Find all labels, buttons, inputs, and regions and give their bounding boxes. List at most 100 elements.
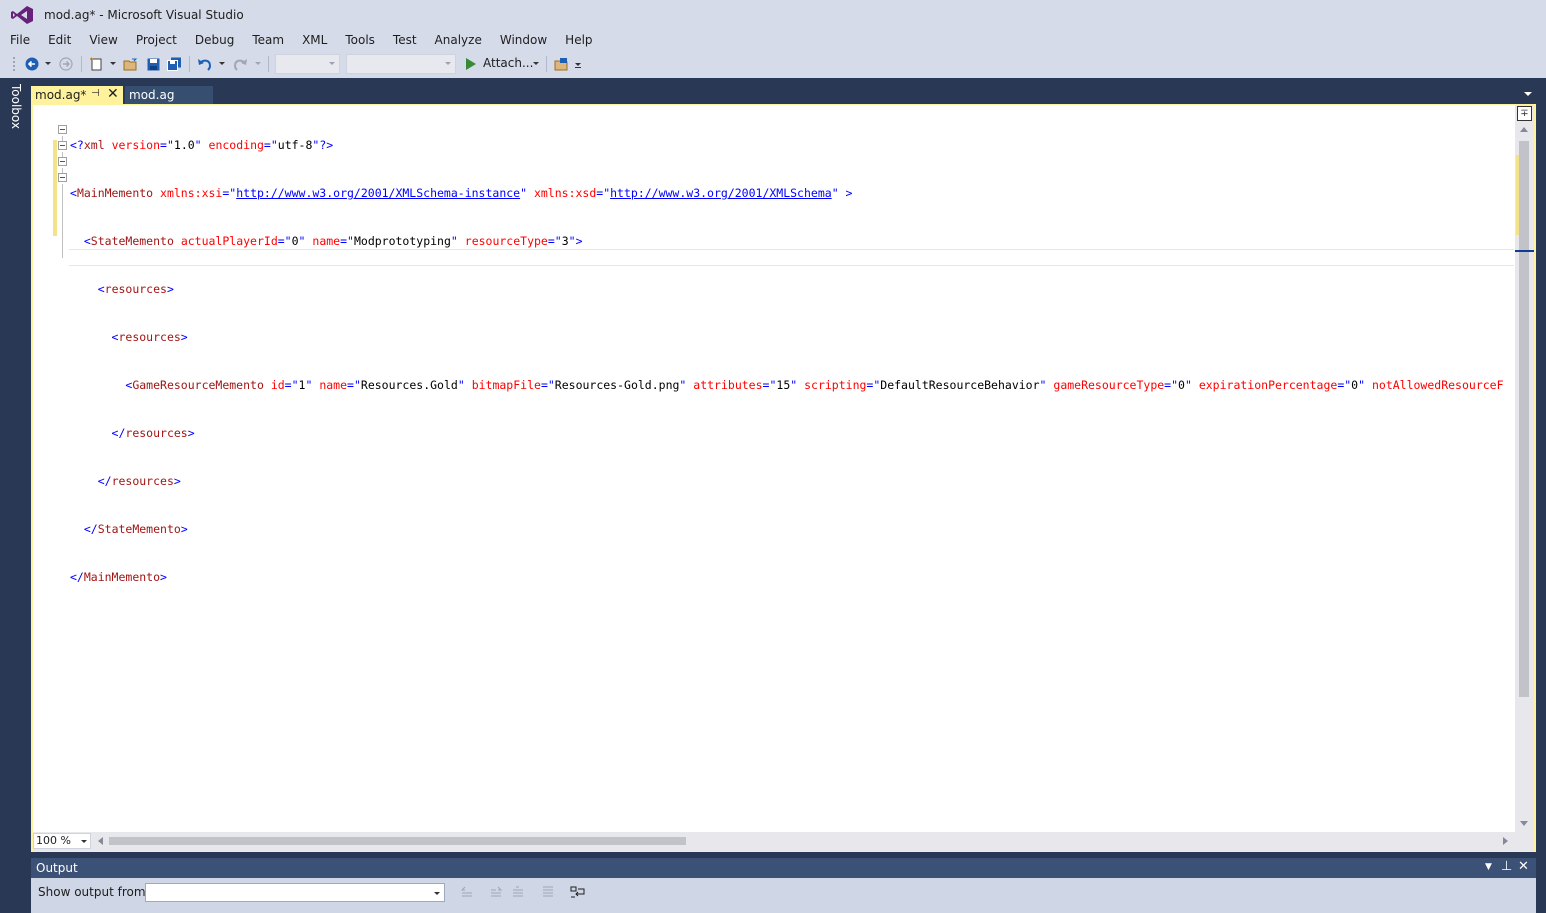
solution-configurations-combo[interactable] (275, 54, 340, 74)
output-source-select[interactable] (145, 883, 445, 902)
scroll-down-icon[interactable] (1520, 821, 1528, 826)
menu-file[interactable]: File (0, 30, 38, 50)
save-button[interactable] (145, 55, 161, 73)
code-line: <MainMemento xmlns:xsi="http://www.w3.or… (70, 186, 853, 200)
new-project-button[interactable] (88, 55, 104, 73)
menu-test[interactable]: Test (383, 30, 425, 50)
scroll-left-icon[interactable] (98, 837, 103, 845)
find-in-files-button[interactable] (553, 55, 569, 73)
open-folder-icon (123, 58, 137, 70)
save-all-icon (166, 57, 181, 71)
previous-message-icon (460, 886, 472, 897)
pin-icon[interactable]: ⊣ (91, 88, 100, 99)
unsaved-change-indicator (53, 140, 57, 236)
chevron-down-icon (81, 840, 87, 843)
new-project-icon (90, 57, 102, 71)
menu-xml[interactable]: XML (292, 30, 335, 50)
attach-button[interactable]: Attach... (483, 56, 533, 70)
indicator-margin (33, 105, 49, 832)
go-to-next-message-button[interactable] (488, 884, 504, 900)
clear-all-icon (543, 886, 553, 897)
tab-mod-ag-modified[interactable]: mod.ag* ⊣ ✕ (31, 86, 123, 104)
chevron-down-icon (445, 62, 451, 65)
window-position-dropdown-icon[interactable]: ▼ (1485, 862, 1492, 872)
split-window-icon[interactable]: ∓ (1517, 106, 1532, 121)
horizontal-scroll-thumb[interactable] (109, 837, 686, 845)
navigate-forward-button[interactable] (58, 55, 74, 73)
open-file-button[interactable] (122, 55, 138, 73)
undo-dropdown-icon[interactable] (217, 55, 227, 73)
code-line: <GameResourceMemento id="1" name="Resour… (125, 378, 1504, 392)
toolbar-overflow-icon[interactable] (572, 55, 584, 73)
redo-button[interactable] (232, 55, 248, 73)
zoom-combo[interactable]: 100 % (33, 833, 91, 849)
tab-mod-ag[interactable]: mod.ag (125, 86, 213, 104)
output-panel-header: Output ▼ ⊥ ✕ (31, 858, 1536, 878)
schema-link[interactable]: http://www.w3.org/2001/XMLSchema (610, 186, 832, 200)
schema-link[interactable]: http://www.w3.org/2001/XMLSchema-instanc… (236, 186, 520, 200)
close-icon[interactable]: ✕ (107, 86, 119, 102)
menu-debug[interactable]: Debug (185, 30, 242, 50)
tab-label: mod.ag (129, 88, 175, 102)
solution-platforms-combo[interactable] (346, 54, 456, 74)
new-project-dropdown-icon[interactable] (108, 55, 118, 73)
menu-tools[interactable]: Tools (335, 30, 383, 50)
code-line: <resources> (97, 282, 174, 296)
toggle-word-wrap-button[interactable] (570, 884, 586, 900)
menu-project[interactable]: Project (126, 30, 185, 50)
go-to-previous-message-button[interactable] (459, 884, 475, 900)
collapse-toggle-icon[interactable] (58, 125, 67, 134)
close-icon[interactable]: ✕ (1518, 859, 1529, 874)
outline-guide (62, 136, 63, 141)
visual-studio-logo-icon (11, 6, 33, 24)
scroll-up-icon[interactable] (1520, 127, 1528, 132)
auto-hide-pin-icon[interactable]: ⊥ (1501, 859, 1512, 874)
outline-guide (62, 168, 63, 173)
outline-guide (62, 152, 63, 157)
toolbar-separator (189, 56, 190, 72)
undo-button[interactable] (196, 55, 212, 73)
undo-icon (197, 58, 211, 71)
save-all-button[interactable] (166, 55, 182, 73)
redo-dropdown-icon[interactable] (253, 55, 263, 73)
vertical-scroll-thumb[interactable] (1519, 141, 1529, 697)
redo-icon (233, 58, 247, 71)
code-text[interactable]: <?xml version="1.0" encoding="utf-8"?> <… (70, 105, 1504, 617)
next-message-icon (491, 886, 503, 897)
code-line: </resources> (97, 474, 181, 488)
menu-analyze[interactable]: Analyze (425, 30, 490, 50)
toolbox-tab[interactable]: Toolbox (6, 84, 26, 129)
clear-all-button[interactable] (540, 884, 556, 900)
menu-bar: File Edit View Project Debug Team XML To… (0, 30, 1546, 50)
find-in-files-icon (554, 58, 567, 71)
output-panel-toolbar: Show output from: (31, 878, 1536, 913)
start-play-icon[interactable] (464, 55, 478, 73)
collapse-toggle-icon[interactable] (58, 141, 67, 150)
collapse-toggle-icon[interactable] (58, 157, 67, 166)
toolbox-label: Toolbox (9, 84, 23, 129)
window-title: mod.ag* - Microsoft Visual Studio (44, 8, 244, 22)
horizontal-scrollbar[interactable]: 100 % (33, 832, 1534, 851)
menu-view[interactable]: View (79, 30, 125, 50)
collapse-toggle-icon[interactable] (58, 173, 67, 182)
vertical-scrollbar[interactable]: ∓ (1515, 105, 1534, 832)
menu-help[interactable]: Help (555, 30, 600, 50)
menu-team[interactable]: Team (242, 30, 292, 50)
scroll-right-icon[interactable] (1503, 837, 1508, 845)
xml-code-editor[interactable]: <?xml version="1.0" encoding="utf-8"?> <… (33, 105, 1534, 832)
find-message-button[interactable] (510, 884, 526, 900)
code-line: <resources> (111, 330, 188, 344)
outline-guide (62, 184, 63, 258)
title-bar: mod.ag* - Microsoft Visual Studio (0, 0, 1546, 30)
find-message-icon (513, 886, 523, 897)
save-icon (147, 58, 159, 70)
navigate-back-button[interactable] (24, 55, 40, 73)
tab-list-dropdown-icon[interactable] (1524, 92, 1532, 96)
code-line: </MainMemento> (70, 570, 167, 584)
back-dropdown-icon[interactable] (43, 55, 53, 73)
menu-edit[interactable]: Edit (38, 30, 79, 50)
menu-window[interactable]: Window (490, 30, 555, 50)
toolbar-separator (81, 56, 82, 72)
code-line: <StateMemento actualPlayerId="0" name="M… (83, 234, 583, 248)
code-line: </resources> (111, 426, 195, 440)
